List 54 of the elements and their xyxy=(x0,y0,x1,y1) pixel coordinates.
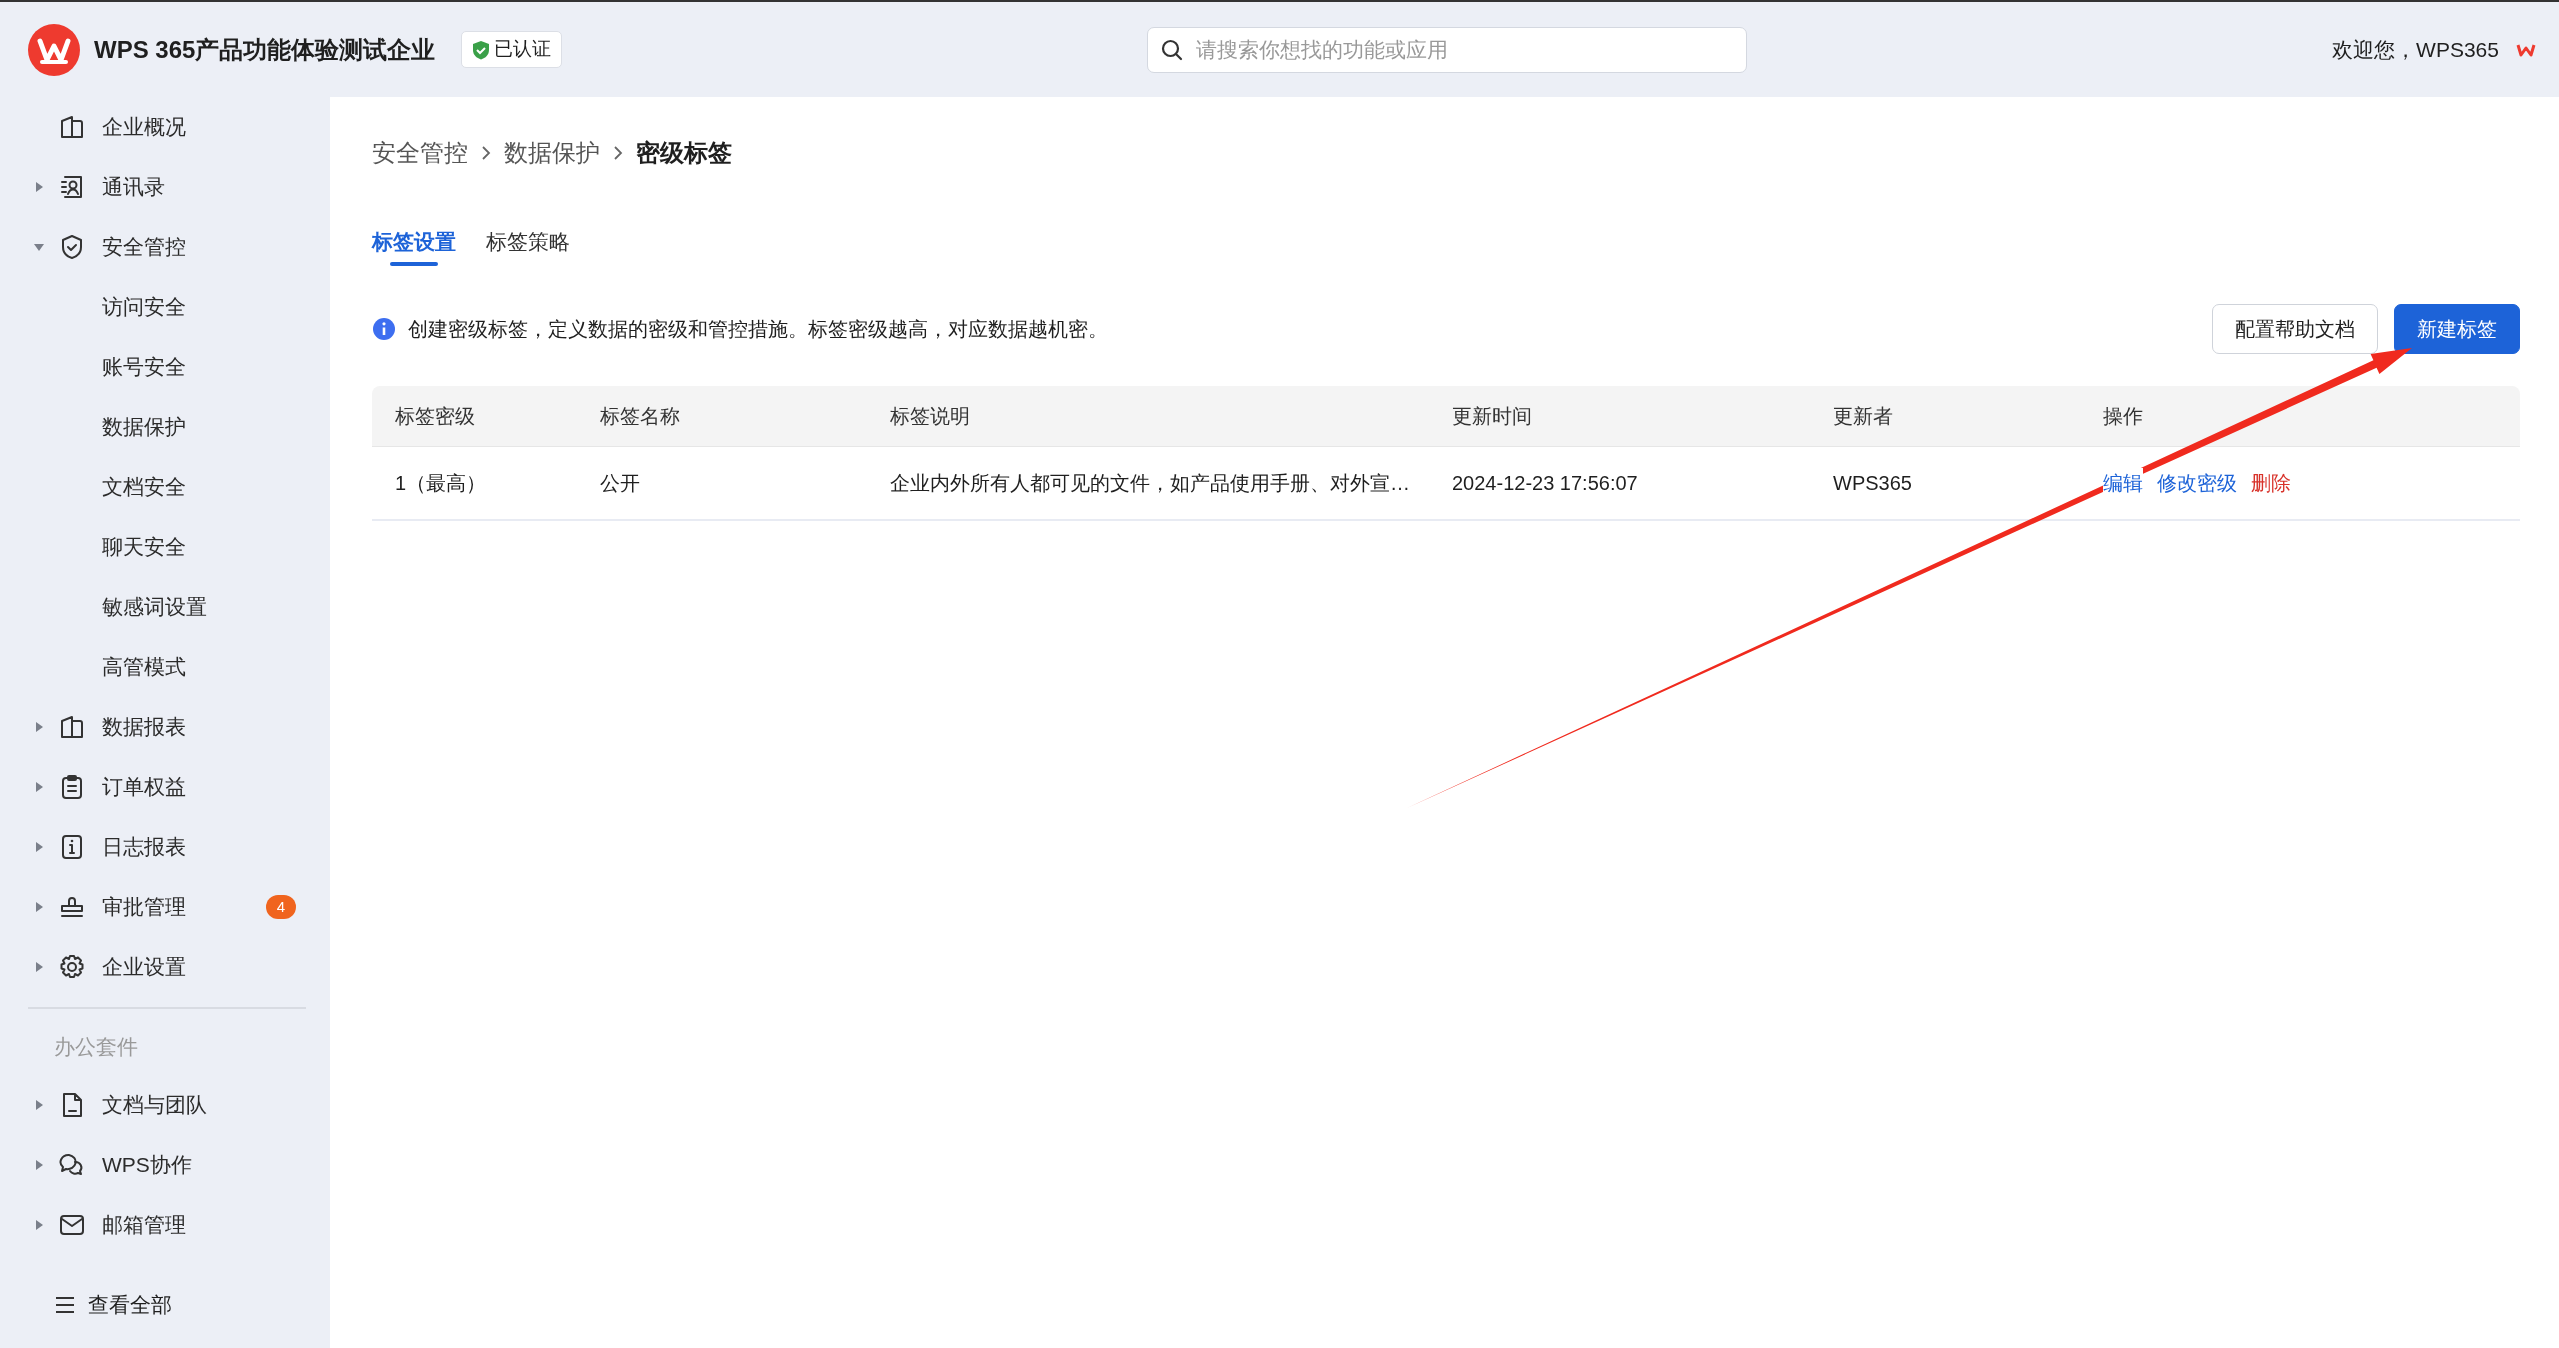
sidebar-item[interactable]: 通讯录 xyxy=(102,171,165,203)
column-header: 标签名称 xyxy=(577,385,867,446)
sidebar-item[interactable]: 安全管控 xyxy=(102,231,186,263)
search-icon xyxy=(1160,37,1185,62)
new-label-button[interactable]: 新建标签 xyxy=(2394,303,2520,354)
search-field[interactable]: 请搜索你想找的功能或应用 xyxy=(1194,32,1735,67)
column-header: 标签密级 xyxy=(372,385,577,446)
count-badge: 4 xyxy=(265,894,296,920)
menu-icon xyxy=(54,1295,76,1315)
column-header: 更新者 xyxy=(1810,385,2080,446)
sidebar-item[interactable]: 企业设置 xyxy=(102,951,186,983)
sidebar-item[interactable]: 文档安全 xyxy=(102,471,186,503)
sidebar-item[interactable]: 邮箱管理 xyxy=(102,1209,186,1241)
column-header: 标签说明 xyxy=(867,385,1429,446)
sidebar-item[interactable]: 数据报表 xyxy=(102,711,186,743)
shield-check-icon xyxy=(472,39,491,60)
sidebar-item[interactable]: 企业概况 xyxy=(102,111,186,143)
view-all-link[interactable]: 查看全部 xyxy=(88,1289,172,1321)
sidebar-item[interactable]: 高管模式 xyxy=(102,651,186,683)
table-cell: 1（最高） xyxy=(372,445,577,521)
search-bar[interactable]: 请搜索你想找的功能或应用 xyxy=(1147,26,1748,73)
column-header: 操作 xyxy=(2080,385,2520,446)
sidebar-item[interactable]: 聊天安全 xyxy=(102,531,186,563)
sidebar-item[interactable]: 日志报表 xyxy=(102,831,186,863)
breadcrumb-link[interactable]: 安全管控 xyxy=(372,135,468,171)
tab[interactable]: 标签设置 xyxy=(372,225,456,266)
sidebar-item[interactable]: 审批管理 xyxy=(102,891,186,923)
chevron-right-icon xyxy=(480,145,492,161)
breadcrumb-current: 密级标签 xyxy=(636,138,732,168)
breadcrumb-link[interactable]: 数据保护 xyxy=(504,135,600,171)
verified-badge: 已认证 xyxy=(461,31,563,68)
logo-icon xyxy=(28,23,80,76)
building-icon xyxy=(58,113,86,141)
org-name: WPS 365产品功能体验测试企业 xyxy=(94,34,436,65)
sidebar-item[interactable]: 敏感词设置 xyxy=(102,591,207,623)
settings-icon xyxy=(58,953,86,981)
table-cell: 2024-12-23 17:56:07 xyxy=(1429,445,1810,521)
sidebar-item[interactable]: 数据保护 xyxy=(102,411,186,443)
info-text: 创建密级标签，定义数据的密级和管控措施。标签密级越高，对应数据越机密。 xyxy=(408,316,1108,342)
building-icon xyxy=(58,713,86,741)
column-header: 更新时间 xyxy=(1429,385,1810,446)
welcome-text: 欢迎您，WPS365 xyxy=(2332,36,2499,63)
info-icon xyxy=(372,316,396,341)
tab[interactable]: 标签策略 xyxy=(486,225,570,266)
table-cell: 公开 xyxy=(577,445,867,521)
sidebar-item[interactable]: WPS协作 xyxy=(102,1149,192,1181)
sidebar-item[interactable]: 订单权益 xyxy=(102,771,186,803)
help-doc-button[interactable]: 配置帮助文档 xyxy=(2212,303,2378,354)
section-heading: 办公套件 xyxy=(53,1034,139,1061)
sidebar-item[interactable]: 文档与团队 xyxy=(102,1089,207,1121)
sidebar-item[interactable]: 账号安全 xyxy=(102,351,186,383)
sidebar-item[interactable]: 访问安全 xyxy=(102,291,186,323)
chevron-right-icon xyxy=(612,145,624,161)
table-cell: 企业内外所有人都可见的文件，如产品使用手册、对外宣… xyxy=(867,445,1429,521)
